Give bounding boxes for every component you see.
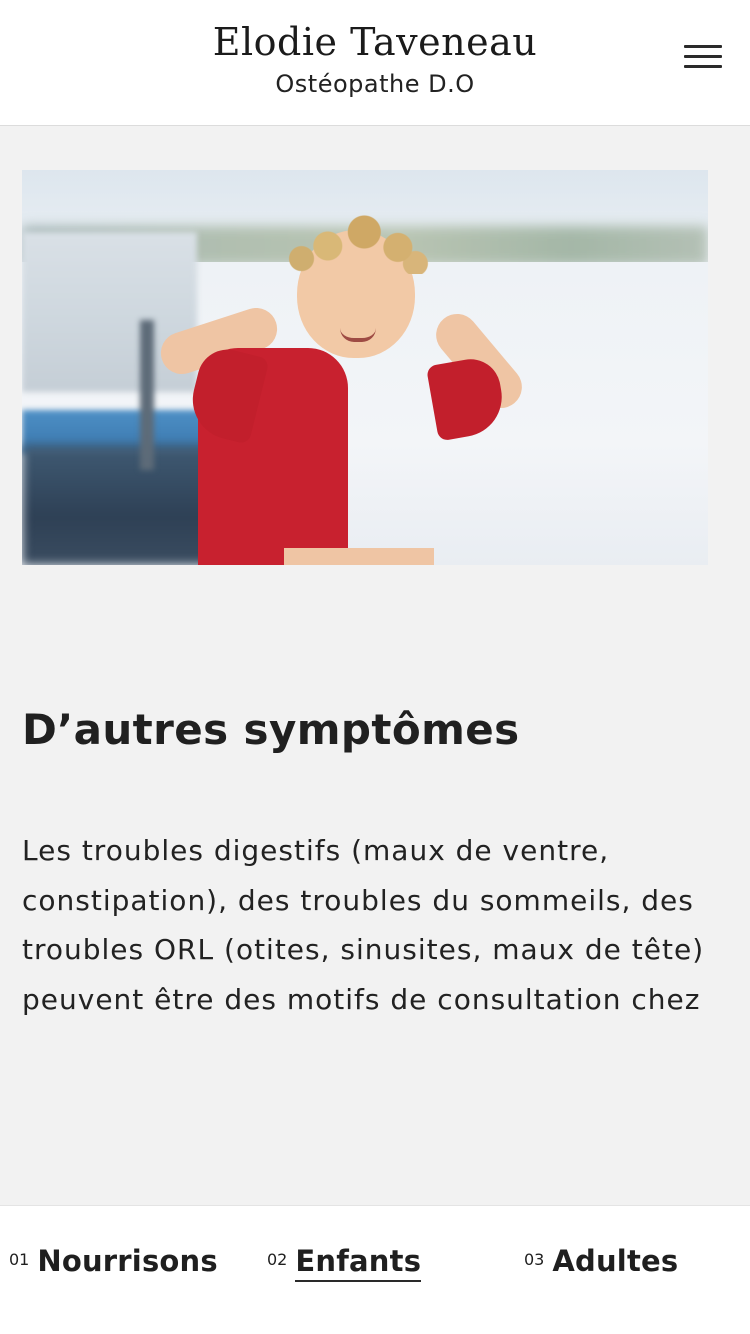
tab-label: Enfants bbox=[295, 1244, 422, 1282]
menu-line bbox=[684, 65, 722, 68]
tab-number: 01 bbox=[9, 1250, 30, 1269]
hamburger-menu-icon[interactable] bbox=[680, 40, 726, 74]
child-curly-hair bbox=[284, 204, 430, 274]
tab-label: Nourrisons bbox=[37, 1244, 218, 1278]
menu-line bbox=[684, 55, 722, 58]
tab-enfants[interactable]: 02 Enfants bbox=[267, 1244, 422, 1304]
hero-image-child bbox=[22, 170, 708, 565]
child-belly bbox=[284, 548, 434, 565]
section-body-text: Les troubles digestifs (maux de ventre, … bbox=[22, 834, 705, 1016]
tab-nourrisons[interactable]: 01 Nourrisons bbox=[9, 1244, 218, 1304]
tab-number: 02 bbox=[267, 1250, 288, 1269]
bottom-tab-bar: 01 Nourrisons 02 Enfants 03 Adultes bbox=[0, 1205, 750, 1334]
tab-number: 03 bbox=[524, 1250, 545, 1269]
menu-line bbox=[684, 45, 722, 48]
tab-adultes[interactable]: 03 Adultes bbox=[524, 1244, 678, 1304]
site-header: Elodie Taveneau Ostéopathe D.O bbox=[0, 0, 750, 126]
section-title: D’autres symptômes bbox=[22, 705, 520, 754]
tab-label: Adultes bbox=[552, 1244, 679, 1278]
site-title[interactable]: Elodie Taveneau bbox=[0, 20, 750, 64]
site-subtitle: Ostéopathe D.O bbox=[275, 70, 475, 98]
dock-post bbox=[140, 320, 154, 470]
